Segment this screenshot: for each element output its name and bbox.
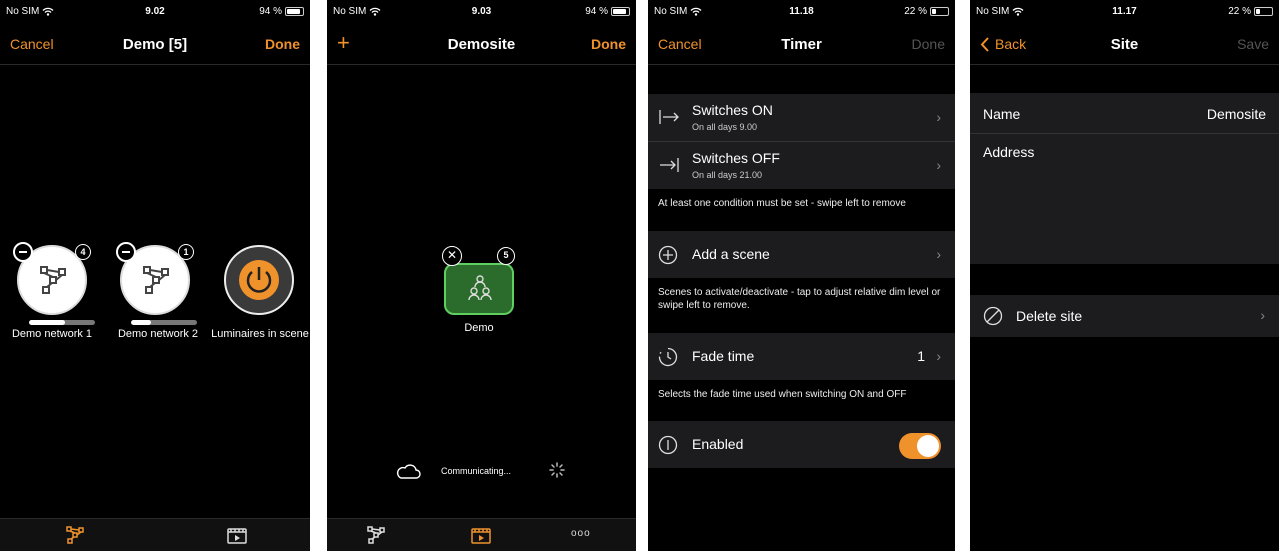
status-bar: No SIM 11.17 22 % <box>970 0 1279 24</box>
battery-icon <box>285 7 304 16</box>
count-badge: 4 <box>75 244 91 260</box>
luminaires-label: Luminaires in scene <box>211 328 309 340</box>
node-2-progress <box>131 320 197 325</box>
switches-on-title: Switches ON <box>692 102 773 118</box>
tab-scene-icon[interactable] <box>225 525 249 545</box>
done-button[interactable]: Done <box>591 36 626 52</box>
nav-bar: + Demosite Done <box>327 24 636 65</box>
status-bar: No SIM 9.03 94 % <box>327 0 636 24</box>
people-group-icon <box>468 275 492 301</box>
tab-bar: ooo <box>327 518 636 551</box>
tab-more[interactable]: ooo <box>571 528 591 539</box>
battery-percent: 94 % <box>259 6 282 17</box>
screen-timer: No SIM 11.18 22 % Cancel Timer Done Swit… <box>648 0 955 551</box>
battery-percent: 94 % <box>585 6 608 17</box>
tab-network-icon[interactable] <box>64 525 88 545</box>
communicating-status: Communicating... <box>441 466 512 476</box>
tab-network-icon[interactable] <box>365 525 389 545</box>
name-row[interactable]: Name Demosite <box>970 93 1279 134</box>
tab-bar <box>0 518 310 551</box>
delete-site-label: Delete site <box>1016 308 1083 324</box>
cloud-icon <box>396 464 421 479</box>
prohibited-icon <box>983 306 1003 326</box>
luminaires-in-scene-button[interactable] <box>224 245 294 315</box>
done-button[interactable]: Done <box>912 36 945 52</box>
clock-icon <box>658 347 678 367</box>
node-1-label: Demo network 1 <box>11 328 93 340</box>
scene-label: Demo <box>464 322 494 334</box>
chevron-right-icon: › <box>936 109 941 125</box>
network-node-2[interactable]: 1 <box>116 242 194 315</box>
fade-time-value: 1 <box>917 348 925 364</box>
save-button[interactable]: Save <box>1237 36 1269 52</box>
switches-on-subtitle: On all days 9.00 <box>692 122 758 132</box>
tab-scene-icon[interactable] <box>469 525 493 545</box>
fade-time-row[interactable]: Fade time 1 › <box>648 333 955 380</box>
screen-network-edit: No SIM 9.02 94 % Cancel Demo [5] Done 4 … <box>0 0 310 551</box>
node-1-progress <box>29 320 95 325</box>
chevron-right-icon: › <box>936 157 941 173</box>
done-button[interactable]: Done <box>265 36 300 52</box>
nav-bar: Back Site Save <box>970 24 1279 65</box>
node-2-label: Demo network 2 <box>117 328 199 340</box>
nav-bar: Cancel Demo [5] Done <box>0 24 310 65</box>
add-circle-icon <box>658 245 678 265</box>
address-row[interactable]: Address <box>970 134 1279 264</box>
battery-icon <box>611 7 630 16</box>
chevron-right-icon: › <box>936 348 941 364</box>
add-scene-row[interactable]: Add a scene › <box>648 231 955 278</box>
switch-on-icon <box>659 110 679 124</box>
network-icon <box>143 266 169 294</box>
battery-percent: 22 % <box>1228 6 1251 17</box>
page-title: Site <box>1110 36 1139 53</box>
add-scene-label: Add a scene <box>692 246 770 262</box>
address-label: Address <box>983 144 1035 160</box>
switches-off-subtitle: On all days 21.00 <box>692 170 763 180</box>
page-title: Demo [5] <box>122 36 188 53</box>
nav-bar: Cancel Timer Done <box>648 24 955 65</box>
scene-tile-demo[interactable] <box>444 263 514 315</box>
scenes-note: Scenes to activate/deactivate - tap to a… <box>658 287 941 311</box>
enabled-label: Enabled <box>692 436 744 452</box>
chevron-right-icon: › <box>936 246 941 262</box>
switches-off-title: Switches OFF <box>692 150 780 166</box>
status-bar: No SIM 9.02 94 % <box>0 0 310 24</box>
delete-site-row[interactable]: Delete site › <box>970 295 1279 337</box>
status-bar: No SIM 11.18 22 % <box>648 0 955 24</box>
screen-demosite: No SIM 9.03 94 % + Demosite Done ✕ 5 Dem… <box>327 0 636 551</box>
battery-icon <box>1254 7 1273 16</box>
network-node-1[interactable]: 4 <box>13 242 91 315</box>
name-value[interactable]: Demosite <box>1207 106 1266 122</box>
condition-note: At least one condition must be set - swi… <box>658 198 906 209</box>
spinner-icon <box>549 462 565 478</box>
fade-note: Selects the fade time used when switchin… <box>658 389 907 400</box>
remove-icon[interactable] <box>116 242 136 262</box>
switches-off-row[interactable]: Switches OFF On all days 21.00 › <box>648 142 955 189</box>
fade-time-label: Fade time <box>692 348 755 364</box>
screen-site: No SIM 11.17 22 % Back Site Save Name De… <box>970 0 1279 551</box>
page-title: Demosite <box>447 36 516 53</box>
count-badge: 1 <box>178 244 194 260</box>
enabled-row: Enabled <box>648 421 955 468</box>
battery-icon <box>930 7 949 16</box>
count-badge: 5 <box>497 247 515 265</box>
network-icon <box>40 266 66 294</box>
enabled-toggle[interactable] <box>899 433 941 459</box>
switches-on-row[interactable]: Switches ON On all days 9.00 › <box>648 94 955 142</box>
page-title: Timer <box>781 36 822 53</box>
chevron-right-icon: › <box>1260 307 1265 323</box>
battery-percent: 22 % <box>904 6 927 17</box>
remove-icon[interactable] <box>13 242 33 262</box>
power-icon <box>239 260 279 300</box>
name-label: Name <box>983 106 1021 122</box>
close-icon[interactable]: ✕ <box>442 246 462 266</box>
info-circle-icon <box>658 435 678 455</box>
switch-off-icon <box>660 158 679 172</box>
